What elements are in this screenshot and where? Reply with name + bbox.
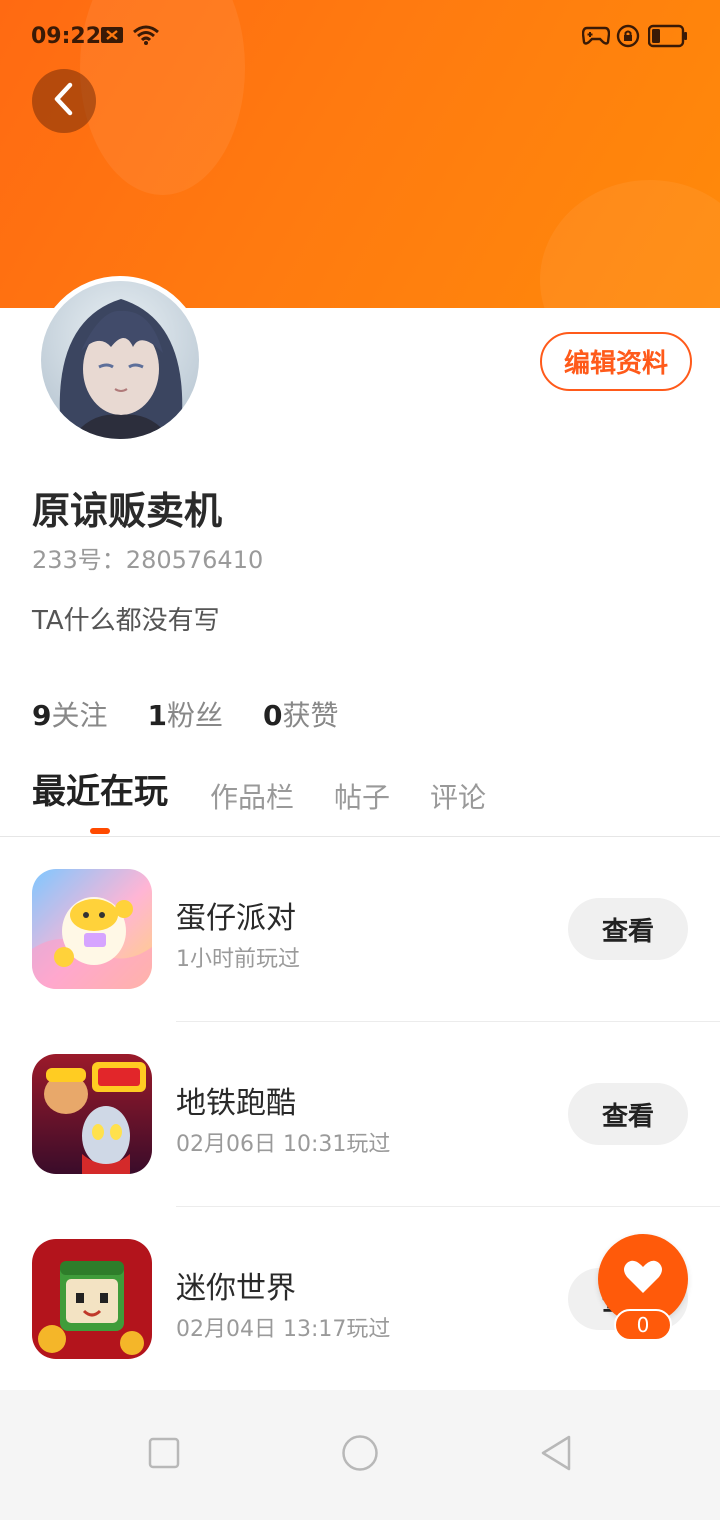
profile-stats: 9关注 1粉丝 0获赞 — [32, 694, 339, 734]
user-id: 233号：280576410 — [32, 546, 264, 574]
list-item[interactable]: 蛋仔派对 1小时前玩过 查看 — [0, 837, 720, 1022]
status-bar: 09:22 — [0, 0, 720, 74]
recent-apps-icon — [148, 1437, 180, 1473]
tab-comments[interactable]: 评论 — [430, 776, 486, 816]
home-icon — [341, 1434, 379, 1476]
game-last-played: 02月06日 10:31玩过 — [176, 1132, 391, 1157]
view-button[interactable]: 查看 — [568, 1083, 688, 1145]
stat-count: 1 — [147, 699, 167, 732]
home-button[interactable] — [320, 1390, 400, 1520]
stat-label: 获赞 — [282, 699, 339, 732]
like-count-badge: 0 — [614, 1309, 672, 1341]
profile-tabs: 最近在玩 作品栏 帖子 评论 — [0, 768, 720, 837]
tab-recently-played[interactable]: 最近在玩 — [32, 764, 168, 813]
stat-following[interactable]: 9关注 — [32, 694, 108, 734]
banner-decoration — [540, 180, 720, 308]
list-item[interactable]: 地铁跑酷 02月06日 10:31玩过 查看 — [0, 1022, 720, 1207]
stat-label: 关注 — [51, 699, 108, 732]
wifi-icon — [132, 24, 160, 50]
stat-count: 0 — [263, 699, 283, 732]
stat-likes[interactable]: 0获赞 — [263, 694, 339, 734]
stat-label: 粉丝 — [166, 699, 223, 732]
tab-posts[interactable]: 帖子 — [334, 776, 390, 816]
tab-indicator — [90, 828, 110, 834]
battery-icon — [647, 24, 688, 52]
recent-apps-button[interactable] — [124, 1390, 204, 1520]
bio: TA什么都没有写 — [32, 606, 220, 636]
stat-followers[interactable]: 1粉丝 — [148, 694, 224, 734]
game-name: 迷你世界 — [176, 1271, 296, 1306]
notification-x-icon — [100, 24, 124, 50]
back-button[interactable] — [32, 69, 96, 133]
game-name: 地铁跑酷 — [176, 1086, 296, 1121]
game-last-played: 1小时前玩过 — [176, 947, 300, 972]
view-button[interactable]: 查看 — [568, 898, 688, 960]
chevron-left-icon — [51, 82, 77, 120]
system-nav-bar — [0, 1390, 720, 1520]
game-controller-icon — [581, 24, 611, 50]
game-icon-mini-world — [32, 1239, 152, 1359]
back-icon — [539, 1434, 573, 1476]
stat-count: 9 — [32, 699, 52, 732]
game-icon-eggy-party — [32, 869, 152, 989]
game-icon-subway-surfers — [32, 1054, 152, 1174]
tab-works[interactable]: 作品栏 — [210, 776, 294, 816]
edit-profile-button[interactable]: 编辑资料 — [540, 332, 692, 391]
rotation-lock-icon — [616, 24, 640, 52]
nav-back-button[interactable] — [516, 1390, 596, 1520]
status-time: 09:22 — [31, 24, 102, 49]
username: 原谅贩卖机 — [32, 489, 223, 533]
avatar[interactable] — [36, 276, 204, 444]
game-last-played: 02月04日 13:17玩过 — [176, 1317, 391, 1342]
heart-icon — [623, 1259, 663, 1299]
game-name: 蛋仔派对 — [176, 901, 296, 936]
